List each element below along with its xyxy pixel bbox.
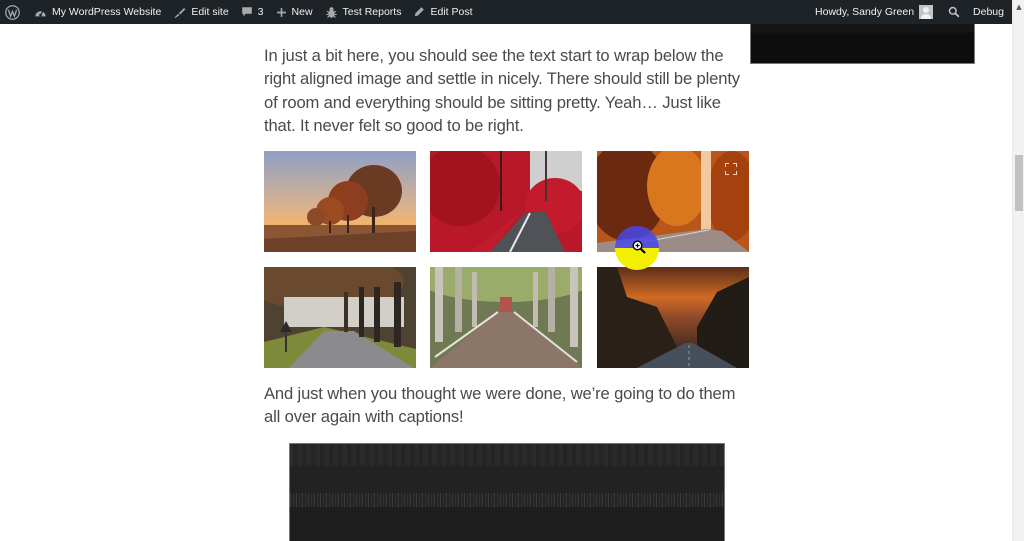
brush-icon <box>174 7 186 18</box>
edit-site-label: Edit site <box>191 6 229 18</box>
red-forest-road-image <box>430 151 582 252</box>
birch-alley-image <box>430 267 582 368</box>
comment-count: 3 <box>257 6 264 18</box>
expand-icon[interactable] <box>725 163 737 175</box>
pencil-icon <box>415 7 425 17</box>
gallery-lower-area <box>290 507 724 541</box>
text-wrap-paragraph: In just a bit here, you should see the t… <box>264 46 740 136</box>
scrollbar-thumb[interactable] <box>1015 155 1023 212</box>
gallery-image[interactable] <box>430 267 582 368</box>
page-scrollbar[interactable]: ▲ <box>1012 0 1024 541</box>
misty-path-image <box>264 267 416 368</box>
gallery-image[interactable] <box>430 151 582 252</box>
greeting-label: Howdy, Sandy Green <box>815 6 915 18</box>
sunset-road-image <box>597 267 749 368</box>
admin-bar: My WordPress Website Edit site 3 New Tes… <box>0 0 1012 24</box>
zoom-in-cursor-icon <box>632 240 646 254</box>
scroll-up-arrow-icon[interactable]: ▲ <box>1013 0 1024 14</box>
search-button[interactable] <box>939 0 969 24</box>
site-name-menu[interactable]: My WordPress Website <box>28 0 167 24</box>
captions-intro-paragraph: And just when you thought we were done, … <box>264 384 736 427</box>
comments-link[interactable]: 3 <box>235 0 270 24</box>
gallery-image[interactable] <box>597 267 749 368</box>
dashboard-icon <box>35 10 46 16</box>
new-content-label: New <box>291 6 313 18</box>
my-account-menu[interactable]: Howdy, Sandy Green <box>809 0 939 24</box>
edit-post-link[interactable]: Edit Post <box>407 0 478 24</box>
captioned-gallery[interactable] <box>289 443 725 541</box>
site-name-label: My WordPress Website <box>52 6 162 18</box>
wordpress-menu[interactable] <box>0 0 28 24</box>
gallery-caption-strip <box>290 493 724 507</box>
search-icon <box>948 6 960 18</box>
debug-menu[interactable]: Debug <box>969 0 1012 24</box>
gallery-image[interactable] <box>264 267 416 368</box>
edit-post-label: Edit Post <box>430 6 473 18</box>
wordpress-icon <box>5 4 20 20</box>
avatar <box>919 5 934 19</box>
debug-label: Debug <box>973 6 1004 18</box>
autumn-sunrise-image <box>264 151 416 252</box>
edit-site-link[interactable]: Edit site <box>167 0 234 24</box>
plus-icon <box>276 7 286 17</box>
bug-icon <box>325 6 337 18</box>
comment-icon <box>241 7 252 17</box>
test-reports-label: Test Reports <box>342 6 402 18</box>
gallery-image-strip <box>290 444 724 466</box>
new-content-menu[interactable]: New <box>270 0 319 24</box>
test-reports-menu[interactable]: Test Reports <box>319 0 408 24</box>
gallery-image[interactable] <box>264 151 416 252</box>
